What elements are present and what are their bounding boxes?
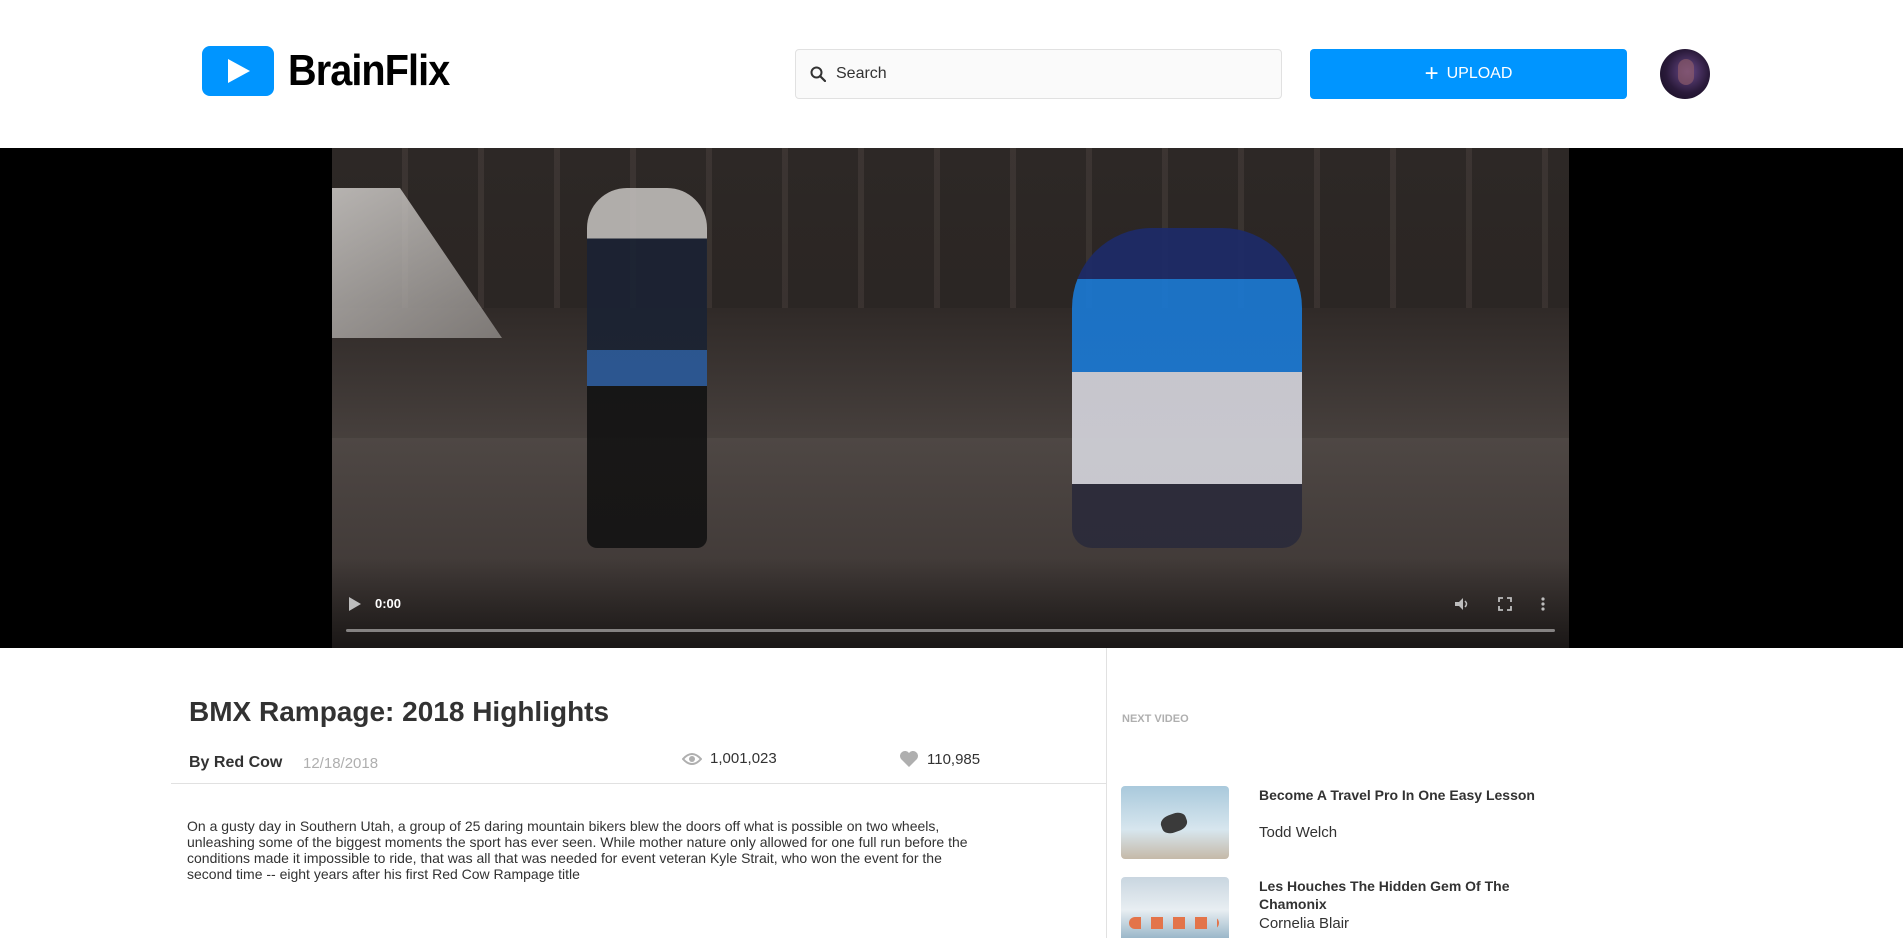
upload-button-label: UPLOAD (1446, 65, 1513, 82)
video-date: 12/18/2018 (303, 755, 379, 772)
upload-button[interactable]: + UPLOAD (1310, 49, 1627, 99)
volume-icon[interactable] (1454, 596, 1470, 612)
video-frame-roof (332, 148, 1569, 308)
plus-icon: + (1424, 60, 1439, 87)
video-frame-rider-right (1072, 228, 1302, 548)
views-value: 1,001,023 (710, 750, 777, 767)
video-channel[interactable]: By Red Cow (189, 754, 282, 772)
next-video-thumbnail[interactable] (1121, 786, 1229, 859)
next-video-heading: NEXT VIDEO (1122, 713, 1189, 725)
likes-value: 110,985 (927, 750, 981, 768)
views-count: 1,001,023 (682, 750, 777, 767)
brand-logo[interactable]: BrainFlix (202, 46, 467, 96)
search-bar[interactable] (795, 49, 1282, 99)
site-header: BrainFlix + UPLOAD (0, 0, 1903, 148)
next-video-title[interactable]: Les Houches The Hidden Gem Of The Chamon… (1259, 877, 1559, 913)
play-icon[interactable] (348, 596, 362, 612)
user-avatar[interactable] (1660, 49, 1710, 99)
more-options-icon[interactable] (1540, 596, 1546, 612)
next-video-thumbnail[interactable] (1121, 877, 1229, 938)
search-icon (810, 66, 826, 82)
video-stage: 0:00 (0, 148, 1903, 648)
likes-count[interactable]: 110,985 (899, 750, 980, 768)
video-frame-rider-left (587, 188, 707, 548)
column-divider (1106, 648, 1107, 938)
brand-name: BrainFlix (288, 46, 450, 95)
play-logo-icon (202, 46, 274, 96)
current-time: 0:00 (375, 596, 402, 611)
next-video-author: Todd Welch (1259, 824, 1338, 841)
next-video-author: Cornelia Blair (1259, 915, 1350, 932)
video-player[interactable]: 0:00 (332, 148, 1569, 648)
eye-icon (682, 752, 702, 765)
video-controls: 0:00 (332, 578, 1569, 648)
video-progress-bar[interactable] (346, 629, 1555, 632)
fullscreen-icon[interactable] (1497, 596, 1513, 612)
next-video-title[interactable]: Become A Travel Pro In One Easy Lesson (1259, 786, 1559, 804)
details-divider (171, 783, 1106, 784)
video-title: BMX Rampage: 2018 Highlights (189, 696, 610, 727)
search-input[interactable] (836, 65, 1256, 83)
heart-icon (900, 751, 918, 767)
video-description: On a gusty day in Southern Utah, a group… (187, 818, 968, 882)
